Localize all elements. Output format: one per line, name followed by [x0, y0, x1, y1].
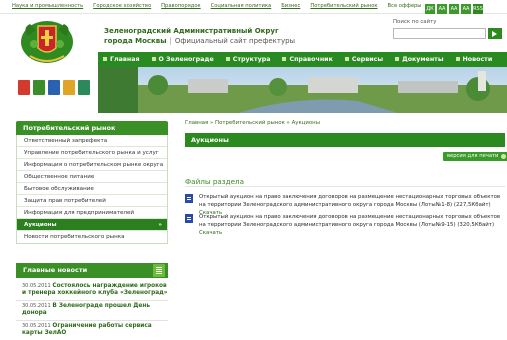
print-version-button[interactable]: версия для печати — [443, 152, 507, 161]
sidebar-item[interactable]: Информация для предпринимателей — [17, 207, 167, 219]
font-medium-icon[interactable]: АА — [449, 4, 459, 14]
page-title: Аукционы — [185, 133, 505, 147]
news-date: 30.05.2011 — [22, 303, 51, 309]
rss-icon[interactable]: RSS — [473, 4, 483, 14]
org-name: Зеленоградский Административный Округ го… — [104, 26, 295, 46]
top-link[interactable]: Бизнес — [281, 3, 300, 13]
file-size: (320,5Кбайт) — [457, 222, 495, 228]
file-description: Открытый аукцион на право заключения дог… — [199, 214, 501, 228]
top-links: Наука и промышленность Городское хозяйст… — [12, 3, 421, 13]
top-link[interactable]: Социальная политика — [211, 3, 272, 13]
dk-icon[interactable]: ДК — [425, 4, 435, 14]
nav-structure[interactable]: Структура — [221, 52, 278, 67]
sidebar-menu: Ответственный запрефекта Управление потр… — [16, 135, 168, 244]
search-label: Поиск по сайту — [393, 19, 437, 25]
sidebar: Потребительский рынок Ответственный запр… — [16, 121, 168, 244]
top-link[interactable]: Потребительский рынок — [310, 3, 377, 13]
search-input[interactable] — [393, 28, 486, 39]
nav-directory[interactable]: Справочник — [277, 52, 339, 67]
font-large-icon[interactable]: АА — [461, 4, 471, 14]
files-section-title: Файлы раздела — [185, 177, 244, 186]
sidebar-item[interactable]: Информация о потребительском рынке округ… — [17, 159, 167, 171]
sidebar-item[interactable]: Ответственный запрефекта — [17, 135, 167, 147]
sidebar-item[interactable]: Новости потребительского рынка — [17, 231, 167, 243]
news-title: Главные новости — [23, 266, 88, 274]
all-offers-dropdown[interactable]: Все офферы — [388, 3, 422, 13]
sidebar-item[interactable]: Управление потребительского рынка и услу… — [17, 147, 167, 159]
trash-icon[interactable] — [153, 264, 165, 277]
download-link[interactable]: Скачать — [199, 230, 222, 236]
sidebar-item[interactable]: Защита прав потребителей — [17, 195, 167, 207]
file-item: Открытый аукцион на право заключения дог… — [185, 213, 505, 237]
nav-services[interactable]: Сервисы — [340, 52, 390, 67]
news-list: 30.05.2011 Состоялось награждение игроко… — [16, 281, 168, 340]
emblem-icon[interactable] — [33, 80, 45, 95]
top-link[interactable]: Городское хозяйство — [93, 3, 151, 13]
emblem-icon[interactable] — [48, 80, 60, 95]
emblem-icon[interactable] — [18, 80, 30, 95]
sidebar-item[interactable]: Бытовое обслуживание — [17, 183, 167, 195]
emblem-icon[interactable] — [78, 80, 90, 95]
document-icon — [185, 214, 193, 223]
search-button[interactable] — [488, 28, 502, 39]
top-link[interactable]: Наука и промышленность — [12, 3, 83, 13]
font-small-icon[interactable]: АА — [437, 4, 447, 14]
org-line2: города Москвы — [104, 37, 167, 45]
separator: | — [169, 37, 172, 45]
file-size: (227,5Кбайт) — [453, 202, 491, 208]
org-line1: Зеленоградский Административный Округ — [104, 27, 279, 35]
city-panorama-banner — [98, 67, 507, 113]
news-item[interactable]: 30.05.2011 Состоялось награждение игроко… — [16, 281, 168, 301]
news-date: 30.05.2011 — [22, 283, 51, 289]
document-icon — [185, 194, 193, 203]
divider — [185, 186, 505, 187]
tool-icons: ДК АА АА АА RSS — [425, 4, 483, 14]
nav-news[interactable]: Новости — [451, 52, 500, 67]
emblem-icon[interactable] — [63, 80, 75, 95]
nav-home[interactable]: Главная — [98, 52, 147, 67]
nav-about[interactable]: О Зеленограде — [147, 52, 221, 67]
main-nav: Главная О Зеленограде Структура Справочн… — [98, 52, 507, 67]
sidebar-item[interactable]: Общественное питание — [17, 171, 167, 183]
coat-of-arms-logo[interactable] — [18, 18, 76, 70]
news-item[interactable]: 30.05.2011 Ограничение работы сервиса ка… — [16, 321, 168, 340]
top-link[interactable]: Правопорядок — [161, 3, 200, 13]
breadcrumb[interactable]: Главная » Потребительский рынок » Аукцио… — [185, 120, 320, 126]
nav-documents[interactable]: Документы — [390, 52, 450, 67]
site-subtitle: Официальный сайт префектуры — [174, 37, 296, 45]
sidebar-title: Потребительский рынок — [16, 121, 168, 135]
district-emblems — [18, 80, 90, 95]
news-date: 30.05.2011 — [22, 323, 51, 329]
news-header: Главные новости — [16, 263, 168, 278]
news-item[interactable]: 30.05.2011 В Зеленограде прошел День дон… — [16, 301, 168, 321]
sidebar-item-auctions[interactable]: Аукционы — [17, 219, 167, 231]
